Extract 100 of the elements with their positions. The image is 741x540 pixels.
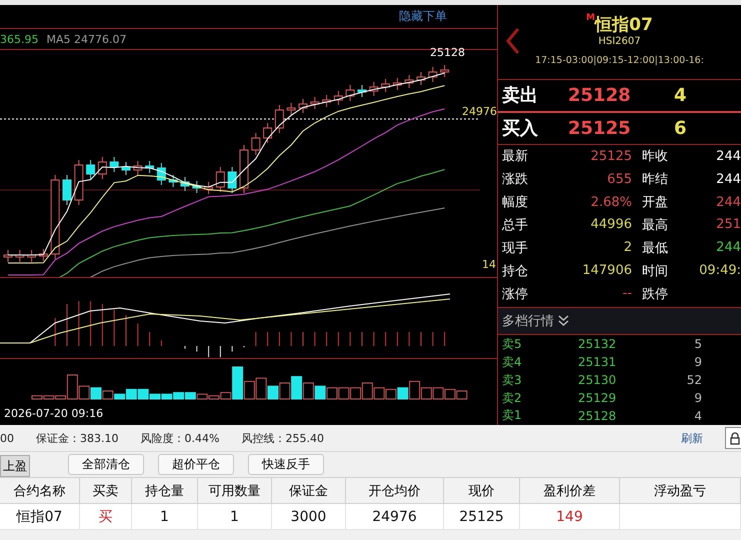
stat-label: 总手 [502,216,529,234]
stat-label: 昨收 [642,148,669,166]
depth-volume: 5 [693,337,702,352]
action-button[interactable]: 超价平仓 [158,454,234,475]
order-price-label: 24976 [462,104,497,118]
table-cell: 25125 [444,504,520,530]
candlestick [358,84,366,98]
candlestick [369,81,378,96]
candlestick [15,249,24,262]
candlestick [298,98,308,114]
stat-label: 最低 [642,240,669,257]
stat-label: 现手 [502,240,529,257]
stat-label: 涨跌 [502,171,529,188]
book-volume: 4 [674,84,687,106]
stat-value: 09:49: [698,263,741,278]
candlestick [168,174,178,188]
moving-average-value: 365.95 [0,32,38,46]
depth-price: 25132 [578,337,618,352]
book-price: 25128 [568,84,632,106]
candlestick [381,78,390,92]
refresh-link[interactable]: 刷新 [681,430,703,446]
stat-value: 44996 [590,217,632,232]
candlestick [27,249,36,262]
stat-label: 昨结 [642,171,669,188]
stat-value: 2 [622,240,632,256]
candlestick [216,166,225,192]
column-header[interactable]: 开仓均价 [346,477,444,504]
candlestick [74,159,84,206]
table-cell: 1 [132,504,198,530]
stat-label: 涨停 [502,286,529,303]
account-info: 00 [0,432,14,444]
column-header[interactable]: 保证金 [272,477,346,504]
candlestick [263,122,272,144]
moving-average-value: MA5 24776.07 [46,32,126,46]
stat-value: 2.68% [590,194,632,210]
depth-price: 25130 [578,373,618,388]
stat-label: 时间 [642,262,669,280]
candlestick [192,180,202,194]
candlestick [416,71,426,86]
column-header[interactable]: 合约名称 [0,477,80,504]
depth-volume: 4 [693,408,702,423]
date-label: 2026-07-20 09:16 [4,406,104,420]
book-price: 25125 [568,118,632,139]
candlestick [62,174,72,206]
candlestick [240,144,248,194]
volume-bar [444,388,456,400]
stat-value: 244 [715,194,741,210]
stat-value: 25125 [590,148,632,164]
volume-bar [362,382,373,400]
book-volume: 6 [674,118,687,139]
depth-level: 卖5 [502,336,523,353]
candlestick [38,248,48,262]
market-label: M [586,13,596,23]
candlestick [334,90,343,106]
stat-label: 跌停 [642,286,669,303]
depth-level: 卖2 [502,390,523,406]
panel-tab[interactable]: 上盈 [0,455,30,477]
depth-level: 卖3 [502,372,523,389]
hide-order-link[interactable]: 隐藏下单 [399,8,447,26]
candlestick [98,156,107,180]
candlestick [286,102,296,116]
column-header[interactable]: 买卖 [80,477,132,504]
account-info: 风险度：0.44% [140,430,220,446]
column-header[interactable]: 浮动盈亏 [620,477,741,504]
stat-value: 244 [715,148,741,164]
back-icon[interactable] [506,27,520,55]
volume-bar [326,387,338,400]
depth-level: 卖1 [502,407,523,424]
volume-bar [350,387,362,400]
candlestick [110,156,119,172]
stat-label: 开盘 [642,194,669,212]
stat-label: 最新 [502,148,529,166]
depth-price: 25128 [578,408,618,423]
candlestick [322,94,332,108]
depth-price: 25131 [578,355,618,370]
candlestick [428,66,438,82]
volume-bar [279,382,290,400]
candlestick [145,160,154,174]
column-header[interactable]: 盈利价差 [520,477,620,504]
last-price-label: 25128 [430,46,465,59]
candlestick [4,249,12,262]
depth-level: 卖4 [502,354,523,371]
action-button[interactable]: 全部清仓 [68,454,144,475]
volume-bar [432,387,444,400]
table-cell: 3000 [272,504,346,530]
contract-code: HSI2607 [598,36,641,47]
table-cell: 恒指07 [0,504,80,530]
column-header[interactable]: 现价 [444,477,520,504]
volume-bar [291,376,302,400]
candlestick [86,159,96,180]
candlestick [228,166,237,194]
volume-bar [338,387,350,400]
action-button[interactable]: 快速反手 [248,454,324,475]
expand-icon[interactable] [558,315,569,328]
column-header[interactable]: 持仓量 [132,477,198,504]
table-cell: 买 [80,504,132,530]
column-header[interactable]: 可用数量 [198,477,272,504]
lock-icon[interactable] [725,427,741,449]
book-label: 买入 [502,117,539,140]
depth-volume: 9 [693,391,702,405]
